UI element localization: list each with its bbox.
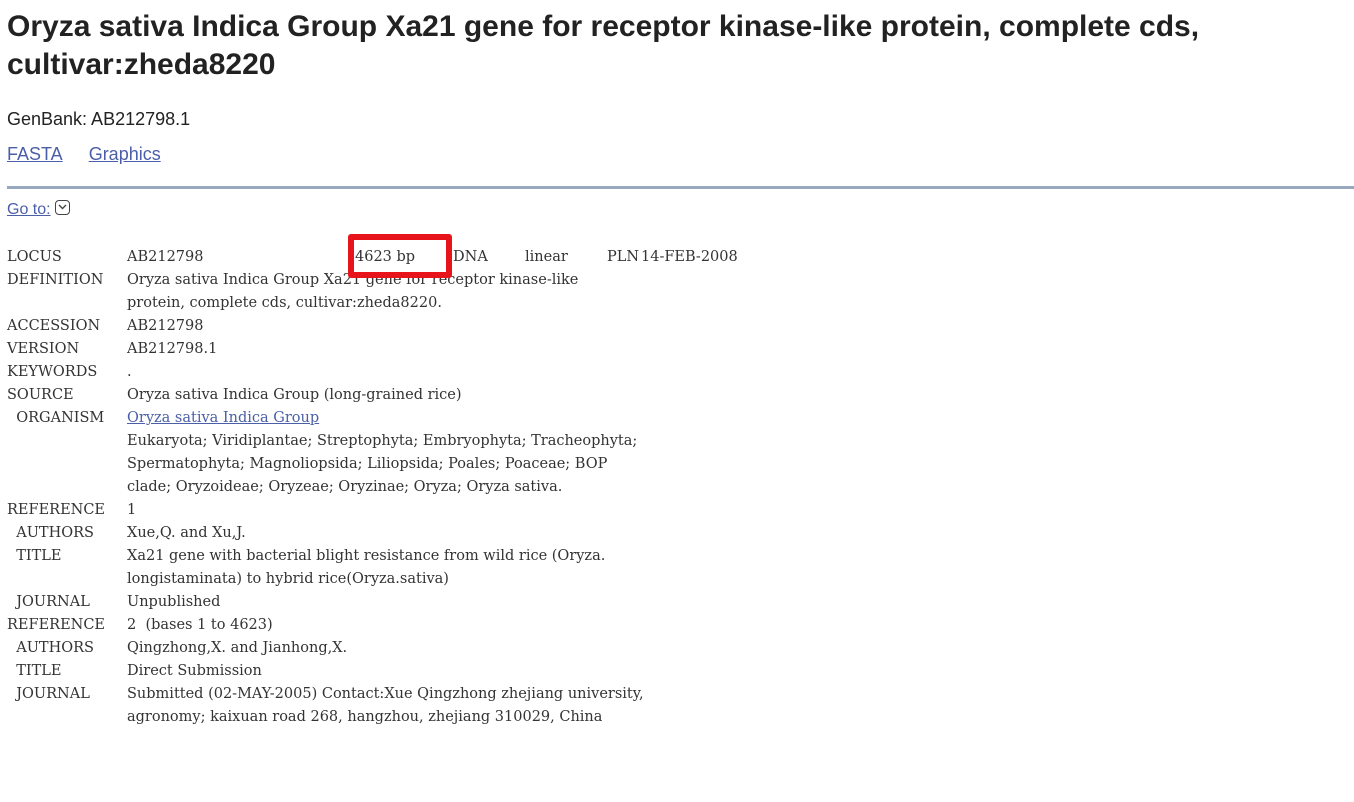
record-key: VERSION [7,341,80,357]
record-key: JOURNAL [7,594,90,610]
record-value: Qingzhong,X. and Jianhong,X. [127,640,348,656]
record-row: KEYWORDS. [7,361,738,384]
page-title: Oryza sativa Indica Group Xa21 gene for … [7,10,1200,81]
record-value: clade; Oryzoideae; Oryzeae; Oryzinae; Or… [127,479,563,495]
record-row: TITLE Direct Submission [7,660,738,683]
molecule-type: DNA [453,249,488,265]
record-value: Oryza sativa Indica Group [127,407,319,430]
record-row: REFERENCE 1 [7,499,738,522]
record-value: AB212798 [127,318,204,334]
record-key: SOURCE [7,387,74,403]
locus-name: AB212798 [127,249,204,265]
record-key: REFERENCE [7,502,106,518]
record-value: . [127,364,132,380]
record-value: protein, complete cds, cultivar:zheda822… [127,295,442,311]
record-value: Xue,Q. and Xu,J. [127,525,246,541]
record-row: VERSION AB212798.1 [7,338,738,361]
goto-link[interactable]: Go to: [7,201,51,218]
record-key: ACCESSION [7,318,101,334]
record-row: ACCESSION AB212798 [7,315,738,338]
accession-line: GenBank: AB212798.1 [7,109,191,129]
record-row: ORGANISM Oryza sativa Indica Group [7,407,738,430]
highlight-box [348,234,452,278]
record-row: AUTHORS Xue,Q. and Xu,J. [7,522,738,545]
record-row: TITLE Xa21 gene with bacterial blight res… [7,545,738,568]
record-key [7,568,127,591]
record-key: REFERENCE [7,617,106,633]
record-key: JOURNAL [7,686,90,702]
record-key: AUTHORS [7,525,94,541]
record-value: 2 (bases 1 to 4623) [127,617,273,633]
record-key: TITLE [7,663,62,679]
record-key [7,476,127,499]
modification-date: 14-FEB-2008 [641,249,738,265]
goto-bar: Go to: [7,200,70,220]
genbank-record: LOCUS AB212798 4623 bp DNA linear PLN 14-FEB-2… [7,246,738,729]
organism-link[interactable]: Oryza sativa Indica Group [127,410,319,426]
record-key: DEFINITION [7,272,104,288]
record-key: AUTHORS [7,640,94,656]
record-value: longistaminata) to hybrid rice(Oryza.sat… [127,571,449,587]
record-row: SOURCE Oryza sativa Indica Group (long-gr… [7,384,738,407]
chevron-down-icon[interactable] [54,200,70,215]
divider [7,186,1354,189]
record-row: longistaminata) to hybrid rice(Oryza.sat… [7,568,738,591]
record-key: LOCUS [7,249,62,265]
record-row: Spermatophyta; Magnoliopsida; Liliopsida… [7,453,738,476]
record-row: JOURNAL Submitted (02-MAY-2005) Contact:X… [7,683,738,706]
record-value: Submitted (02-MAY-2005) Contact:Xue Qing… [127,686,644,702]
format-links: FASTA Graphics [7,143,187,165]
record-value: AB212798.1 [127,341,218,357]
record-value: Eukaryota; Viridiplantae; Streptophyta; … [127,433,638,449]
record-value: Xa21 gene with bacterial blight resistan… [127,548,606,564]
record-key [7,706,127,729]
record-value: Direct Submission [127,663,262,679]
record-value: Unpublished [127,594,221,610]
record-value: Spermatophyta; Magnoliopsida; Liliopsida… [127,456,608,472]
record-value: agronomy; kaixuan road 268, hangzhou, zh… [127,709,603,725]
record-row: AUTHORS Qingzhong,X. and Jianhong,X. [7,637,738,660]
record-key: KEYWORDS [7,364,98,380]
record-row: clade; Oryzoideae; Oryzeae; Oryzinae; Or… [7,476,738,499]
record-key: TITLE [7,548,62,564]
fasta-link[interactable]: FASTA [7,144,63,164]
record-key: ORGANISM [7,410,105,426]
record-row: protein, complete cds, cultivar:zheda822… [7,292,738,315]
record-row: Eukaryota; Viridiplantae; Streptophyta; … [7,430,738,453]
genbank-page: Oryza sativa Indica Group Xa21 gene for … [0,0,1354,802]
topology: linear [525,249,568,265]
division: PLN [607,249,640,265]
record-value: 1 [127,502,137,518]
graphics-link[interactable]: Graphics [89,144,161,164]
record-key [7,430,127,453]
record-key [7,453,127,476]
record-key [7,292,127,315]
record-row: REFERENCE 2 (bases 1 to 4623) [7,614,738,637]
record-row: JOURNAL Unpublished [7,591,738,614]
record-value: Oryza sativa Indica Group (long-grained … [127,387,462,403]
record-rows: DEFINITION Oryza sativa Indica Group Xa21… [7,269,738,729]
record-row: agronomy; kaixuan road 268, hangzhou, zh… [7,706,738,729]
